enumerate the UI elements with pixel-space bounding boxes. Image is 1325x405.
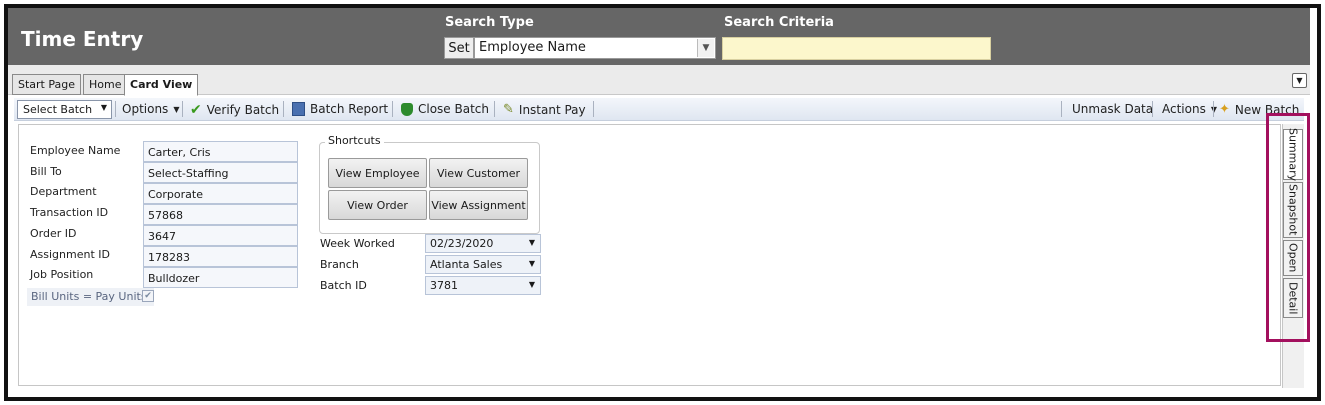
options-label: Options: [122, 102, 169, 116]
transaction-id-label: Transaction ID: [30, 206, 109, 219]
chevron-down-icon[interactable]: ▼: [697, 39, 714, 57]
bill-to-field[interactable]: Select-Staffing: [143, 162, 298, 183]
batch-report-label: Batch Report: [310, 102, 389, 116]
transaction-id-field[interactable]: 57868: [143, 204, 298, 225]
toolbar-divider: [1061, 101, 1062, 117]
assignment-id-label: Assignment ID: [30, 248, 110, 261]
checkmark-icon: ✔: [190, 102, 202, 118]
chevron-down-icon: ▼: [528, 280, 535, 289]
toolbar-divider: [182, 101, 183, 117]
search-type-label: Search Type: [445, 15, 534, 30]
shortcuts-group: [319, 142, 540, 234]
unmask-data-button[interactable]: Unmask Data: [1072, 102, 1153, 116]
toolbar-divider: [392, 101, 393, 117]
search-type-value: Employee Name: [479, 40, 586, 55]
week-worked-value: 02/23/2020: [430, 237, 494, 250]
select-batch-dropdown[interactable]: Select Batch ▼: [17, 100, 112, 119]
employee-name-field[interactable]: Carter, Cris: [143, 141, 298, 162]
tab-bar: Start Page Home Card View ▼: [8, 65, 1310, 96]
view-customer-button[interactable]: View Customer: [429, 158, 528, 188]
batch-id-label: Batch ID: [320, 279, 367, 292]
order-id-field[interactable]: 3647: [143, 225, 298, 246]
toolbar-divider: [593, 101, 594, 117]
assignment-id-field[interactable]: 178283: [143, 246, 298, 267]
view-assignment-button[interactable]: View Assignment: [429, 190, 528, 220]
set-button[interactable]: Set: [444, 37, 474, 59]
order-id-label: Order ID: [30, 227, 77, 240]
app-header: Time Entry Search Type Search Criteria S…: [8, 8, 1310, 65]
search-criteria-label: Search Criteria: [724, 15, 834, 30]
job-position-label: Job Position: [30, 268, 94, 281]
verify-batch-label: Verify Batch: [206, 103, 280, 117]
toolbar-divider: [283, 101, 284, 117]
instant-pay-label: Instant Pay: [518, 102, 586, 117]
bill-units-label: Bill Units = Pay Units: [27, 288, 154, 306]
money-icon: ✎: [503, 102, 514, 117]
close-batch-label: Close Batch: [418, 102, 489, 116]
verify-batch-button[interactable]: ✔ Verify Batch: [190, 102, 279, 118]
batch-id-select[interactable]: 3781 ▼: [425, 276, 541, 295]
new-document-icon: ✦: [1219, 102, 1230, 117]
week-worked-label: Week Worked: [320, 237, 395, 250]
search-criteria-input[interactable]: [722, 37, 991, 60]
branch-value: Atlanta Sales: [430, 258, 503, 271]
view-order-button[interactable]: View Order: [328, 190, 427, 220]
toolbar-divider: [494, 101, 495, 117]
actions-label: Actions: [1162, 102, 1206, 116]
employee-name-label: Employee Name: [30, 144, 121, 157]
toolbar: Select Batch ▼ Options ▼ ✔ Verify Batch …: [14, 98, 1304, 121]
chevron-down-icon: ▼: [100, 103, 107, 112]
bill-to-label: Bill To: [30, 165, 62, 178]
select-batch-label: Select Batch: [23, 103, 93, 116]
job-position-field[interactable]: Bulldozer: [143, 267, 298, 288]
branch-label: Branch: [320, 258, 359, 271]
chevron-down-icon: ▼: [528, 259, 535, 268]
search-type-select[interactable]: Employee Name ▼: [474, 37, 716, 59]
options-menu[interactable]: Options ▼: [122, 102, 179, 116]
actions-menu[interactable]: Actions ▼: [1162, 102, 1217, 116]
toolbar-divider: [115, 101, 116, 117]
bill-units-checkbox[interactable]: ✔: [142, 290, 154, 302]
chevron-down-icon: ▼: [528, 238, 535, 247]
toolbar-divider: [1152, 101, 1153, 117]
highlight-box: [1266, 113, 1310, 342]
collapse-icon[interactable]: ▼: [1292, 73, 1307, 88]
batch-report-button[interactable]: Batch Report: [292, 102, 388, 116]
page-title: Time Entry: [21, 27, 144, 51]
close-batch-button[interactable]: Close Batch: [401, 102, 489, 116]
view-employee-button[interactable]: View Employee: [328, 158, 427, 188]
department-field[interactable]: Corporate: [143, 183, 298, 204]
tab-start-page[interactable]: Start Page: [12, 74, 81, 95]
toolbar-divider: [1213, 101, 1214, 117]
chevron-down-icon: ▼: [173, 104, 180, 114]
tab-card-view[interactable]: Card View: [124, 74, 199, 96]
report-icon: [292, 102, 305, 116]
batch-id-value: 3781: [430, 279, 458, 292]
shortcuts-legend: Shortcuts: [325, 134, 384, 147]
tab-home[interactable]: Home: [83, 74, 128, 95]
branch-select[interactable]: Atlanta Sales ▼: [425, 255, 541, 274]
shield-icon: [401, 102, 413, 116]
week-worked-select[interactable]: 02/23/2020 ▼: [425, 234, 541, 253]
instant-pay-button[interactable]: ✎ Instant Pay: [503, 102, 586, 117]
department-label: Department: [30, 185, 97, 198]
card-view-panel: Employee Name Carter, Cris Bill To Selec…: [18, 124, 1281, 386]
